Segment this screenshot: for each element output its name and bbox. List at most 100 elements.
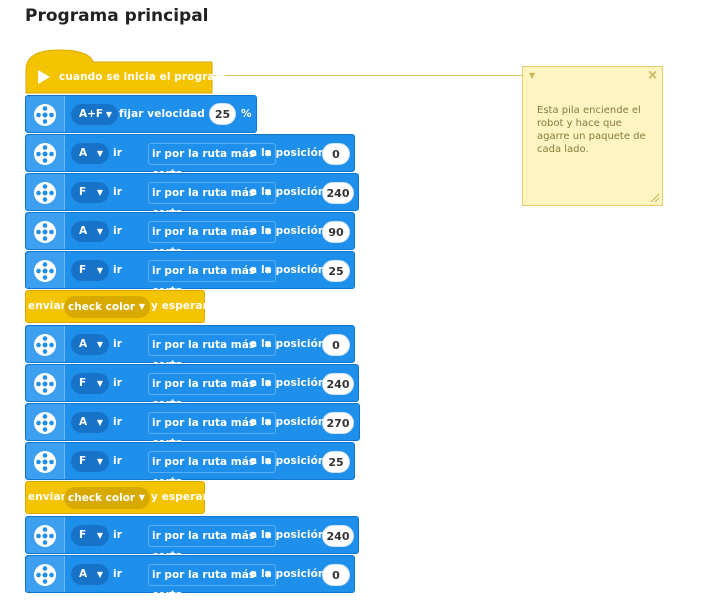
move-label-ir: ir [113,225,122,237]
move-label-ir: ir [113,455,122,467]
port-value: F [79,264,87,276]
move-label-ir: ir [113,338,122,350]
chevron-down-icon: ▼ [96,188,103,197]
position-value-input[interactable]: 240 [322,373,354,395]
move-block[interactable]: F▼ ir ir por la ruta más corta▼ a la pos… [25,442,355,488]
position-label: a la posición [250,147,326,159]
broadcast-wait-block[interactable]: enviar check color ▼ y esperar [25,290,208,323]
position-value-input[interactable]: 0 [322,334,350,356]
move-block[interactable]: A▼ ir ir por la ruta más corta▼ a la pos… [25,325,355,371]
chevron-down-icon: ▼ [138,493,145,502]
position-label: a la posición [250,264,326,276]
motor-icon [33,450,57,474]
page-title: Programa principal [25,6,209,26]
start-block[interactable]: cuando se inicia el program [25,48,226,94]
port-dropdown[interactable]: F ▼ [71,182,109,203]
port-dropdown[interactable]: A ▼ [71,412,109,433]
motor-icon-area [26,365,65,401]
chevron-down-icon: ▼ [96,570,103,579]
position-label: a la posición [250,529,326,541]
motor-icon [33,333,57,357]
move-block[interactable]: F▼ ir ir por la ruta más corta▼ a la pos… [25,173,359,219]
close-icon[interactable]: × [647,68,658,83]
broadcast-label-post: y esperar [151,491,208,503]
resize-handle-icon[interactable] [650,193,660,203]
move-block[interactable]: F▼ ir ir por la ruta más corta▼ a la pos… [25,516,359,562]
move-block[interactable]: A▼ ir ir por la ruta más corta▼ a la pos… [25,134,355,180]
port-dropdown[interactable]: F ▼ [71,451,109,472]
chevron-down-icon: ▼ [96,149,103,158]
chevron-down-icon: ▼ [96,457,103,466]
motor-icon-area [26,135,65,171]
port-value: F [79,186,87,198]
port-value: A [79,147,88,159]
move-block[interactable]: F▼ ir ir por la ruta más corta▼ a la pos… [25,364,359,410]
motor-icon [33,563,57,587]
move-block[interactable]: A▼ ir ir por la ruta más corta▼ a la pos… [25,212,355,258]
move-block[interactable]: A▼ ir ir por la ruta más corta▼ a la pos… [25,555,355,601]
route-value: ir por la ruta más corta [152,569,256,601]
position-value-input[interactable]: 0 [322,564,350,586]
port-dropdown[interactable]: A ▼ [71,564,109,585]
position-label: a la posición [250,225,326,237]
speed-port-dropdown[interactable]: A+F ▼ [71,104,118,125]
broadcast-label-post: y esperar [151,300,208,312]
port-dropdown[interactable]: F ▼ [71,525,109,546]
move-label-ir: ir [113,529,122,541]
speed-block[interactable]: A+F ▼ fijar velocidad a 25 % [25,95,257,133]
note-connector-line [212,75,522,76]
port-dropdown[interactable]: A ▼ [71,334,109,355]
message-dropdown[interactable]: check color ▼ [64,487,150,509]
port-value: F [79,455,87,467]
move-block[interactable]: A▼ ir ir por la ruta más corta▼ a la pos… [25,403,360,449]
chevron-down-icon: ▼ [96,418,103,427]
position-value-input[interactable]: 25 [322,451,350,473]
position-value-input[interactable]: 0 [322,143,350,165]
position-value-input[interactable]: 90 [322,221,350,243]
chevron-down-icon: ▼ [96,531,103,540]
chevron-down-icon: ▼ [138,302,145,311]
motor-icon-area [26,404,65,440]
speed-unit: % [241,108,252,120]
message-value: check color [68,492,136,504]
motor-icon [33,411,57,435]
speed-value-input[interactable]: 25 [209,103,236,125]
motor-icon-area [26,96,65,132]
position-value-input[interactable]: 25 [322,260,350,282]
move-label-ir: ir [113,568,122,580]
move-block[interactable]: F▼ ir ir por la ruta más corta▼ a la pos… [25,251,355,297]
motor-icon [33,142,57,166]
port-value: F [79,377,87,389]
motor-icon-area [26,213,65,249]
chevron-down-icon[interactable]: ▼ [529,71,535,80]
motor-icon-area [26,517,65,553]
move-label-ir: ir [113,377,122,389]
note-header[interactable]: ▼ × [523,67,662,87]
port-dropdown[interactable]: A ▼ [71,221,109,242]
broadcast-label-pre: enviar [28,491,66,503]
play-icon [38,70,50,84]
note-text[interactable]: Esta pila enciende el robot y hace que a… [537,104,655,156]
port-value: A [79,225,88,237]
position-label: a la posición [250,377,326,389]
port-dropdown[interactable]: F ▼ [71,373,109,394]
comment-note[interactable]: ▼ × Esta pila enciende el robot y hace q… [522,66,663,206]
port-dropdown[interactable]: A ▼ [71,143,109,164]
position-label: a la posición [250,338,326,350]
position-label: a la posición [250,416,326,428]
chevron-down-icon: ▼ [105,110,112,119]
motor-icon [33,372,57,396]
motor-icon [33,259,57,283]
message-dropdown[interactable]: check color ▼ [64,296,150,318]
motor-icon [33,103,57,127]
start-block-label: cuando se inicia el program [59,71,226,83]
position-value-input[interactable]: 270 [322,412,354,434]
position-value-input[interactable]: 240 [322,182,354,204]
chevron-down-icon: ▼ [96,340,103,349]
motor-icon [33,524,57,548]
port-dropdown[interactable]: F ▼ [71,260,109,281]
broadcast-wait-block[interactable]: enviar check color ▼ y esperar [25,481,208,514]
chevron-down-icon: ▼ [96,379,103,388]
move-label-ir: ir [113,147,122,159]
position-value-input[interactable]: 240 [322,525,354,547]
